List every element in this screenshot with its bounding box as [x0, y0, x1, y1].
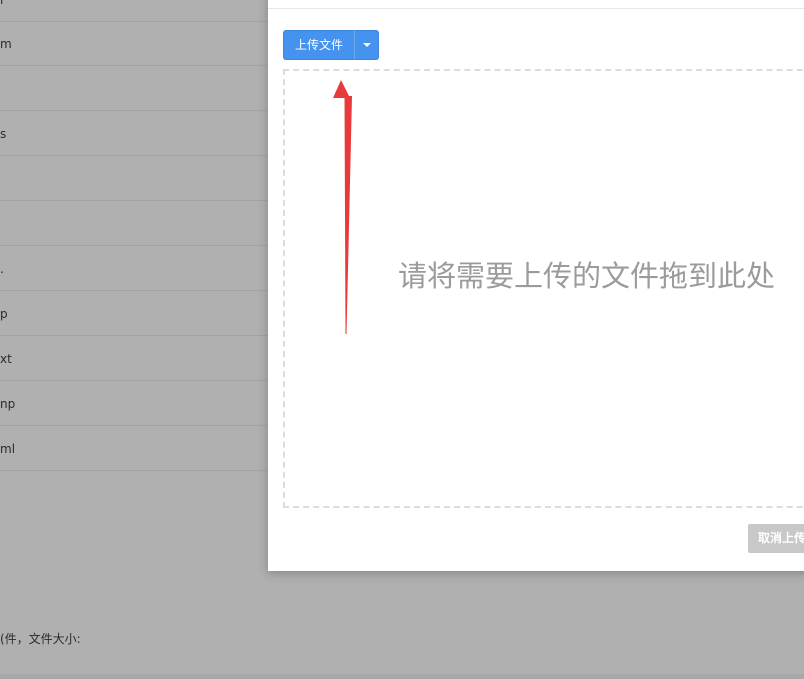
dropzone-hint: 请将需要上传的文件拖到此处 [398, 259, 776, 293]
list-item [0, 202, 268, 246]
list-item: xt [0, 337, 268, 381]
upload-file-button[interactable]: 上传文件 [283, 30, 355, 60]
list-item: ml [0, 427, 268, 471]
list-item: p [0, 292, 268, 336]
upload-dialog: 上传文件 请将需要上传的文件拖到此处 取消上传 [268, 0, 804, 571]
cancel-upload-button[interactable]: 取消上传 [748, 524, 804, 553]
bottom-divider [0, 674, 804, 679]
file-dropzone[interactable]: 请将需要上传的文件拖到此处 [283, 69, 804, 508]
list-item: np [0, 382, 268, 426]
background-file-list: l m s . p xt np ml [0, 0, 268, 679]
file-summary-text: (件，文件大小: [0, 632, 81, 646]
dialog-header-divider [268, 8, 804, 9]
list-item [0, 67, 268, 111]
list-item: l [0, 0, 268, 22]
upload-options-dropdown-button[interactable] [354, 30, 380, 60]
list-item: . [0, 247, 268, 291]
list-item: s [0, 112, 268, 156]
list-item [0, 157, 268, 201]
chevron-down-icon [362, 43, 371, 47]
list-item: m [0, 22, 268, 66]
upload-button-group: 上传文件 [283, 30, 380, 60]
